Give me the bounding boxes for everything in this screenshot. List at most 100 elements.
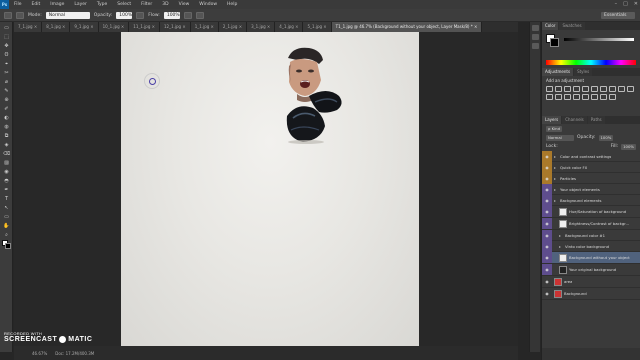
adjustment-icon[interactable] [609,86,616,92]
layer-kind-filter[interactable]: ρ Kind [546,125,562,132]
document-tab[interactable]: 1_1.jpg × [190,22,219,32]
zoom-level[interactable]: 46.67% [32,351,47,356]
adjustment-icon[interactable] [573,94,580,100]
opacity-field[interactable]: 100% [116,11,133,19]
maximize-button[interactable]: □ [623,1,628,7]
crop-tool-icon[interactable]: ⌖ [2,60,11,67]
adjustment-icon[interactable] [555,94,562,100]
adjustment-icon[interactable] [600,94,607,100]
layer-row[interactable]: ◉ ▸ Background color #1 [542,229,640,241]
adjustment-icon[interactable] [564,94,571,100]
minimize-button[interactable]: – [615,1,618,7]
pressure-size-toggle[interactable] [195,11,204,19]
layer-row[interactable]: ◉ Your original background [542,264,640,276]
document-tab[interactable]: 10_1.jpg × [98,22,130,32]
path-select-tool-icon[interactable]: ◉ [2,168,11,175]
color-ramp[interactable] [546,60,636,65]
menu-type[interactable]: Type [92,2,112,7]
menu-edit[interactable]: Edit [27,2,46,7]
mode-select[interactable]: Normal [45,11,90,19]
adjustment-icon[interactable] [546,86,553,92]
menu-help[interactable]: Help [222,2,242,7]
eyedropper-tool-icon[interactable]: ✂ [2,69,11,76]
visibility-eye-icon[interactable]: ◉ [542,183,552,195]
pen-tool-icon[interactable]: ⌫ [2,150,11,157]
workspace-select[interactable]: Essentials [601,12,635,19]
adjustment-icon[interactable] [555,86,562,92]
flow-field[interactable]: 100% [163,11,180,19]
visibility-eye-icon[interactable]: ◉ [542,276,552,287]
clone-stamp-tool-icon[interactable]: ⊕ [2,96,11,103]
layer-row[interactable]: ◉ Brightness/Contrast of backgr... [542,218,640,230]
brush-panel-icon[interactable] [532,43,539,49]
layer-row[interactable]: ◉ ▸ Your object elements [542,183,640,195]
menu-select[interactable]: Select [112,2,136,7]
document-tab[interactable]: 9_1.jpg × [70,22,99,32]
direct-select-tool-icon[interactable]: ↖ [2,204,11,211]
layer-row[interactable]: ◉ Background [542,288,640,300]
adjustment-icon[interactable] [591,86,598,92]
lasso-tool-icon[interactable]: ✥ [2,42,11,49]
adjustment-icon[interactable] [573,86,580,92]
dodge-tool-icon[interactable]: ◈ [2,141,11,148]
layer-row[interactable]: ◉ area [542,276,640,288]
layer-row[interactable]: ◉ ▸ Vinto color background [542,240,640,252]
layer-row[interactable]: ◉ ▸ Particles [542,172,640,184]
eraser-tool-icon[interactable]: ◐ [2,114,11,121]
move-tool-icon[interactable]: ▭ [2,24,11,31]
visibility-eye-icon[interactable]: ◉ [542,288,552,299]
visibility-eye-icon[interactable]: ◉ [542,172,552,184]
document-tab[interactable]: 7_1.jpg × [14,22,43,32]
layer-row[interactable]: ◉ Background without your object [542,252,640,264]
adjustment-icon[interactable] [600,86,607,92]
pen-alt-tool-icon[interactable]: ✒ [2,186,11,193]
document-tab[interactable]: 3_1.jpg × [247,22,276,32]
visibility-eye-icon[interactable]: ◉ [542,229,552,241]
tab-styles[interactable]: Styles [574,68,593,76]
fill-field[interactable]: 100% [621,143,636,150]
background-color-swatch[interactable] [5,243,11,249]
document-tab[interactable]: 4_1.jpg × [275,22,304,32]
tab-paths[interactable]: Paths [587,116,605,124]
airbrush-toggle[interactable] [183,11,192,19]
blend-mode-select[interactable]: Normal [546,134,574,141]
adjustment-icon[interactable] [582,86,589,92]
adjustment-icon[interactable] [546,94,553,100]
document-tab[interactable]: 12_1.jpg × [160,22,191,32]
pressure-opacity-toggle[interactable] [136,11,145,19]
menu-window[interactable]: Window [194,2,222,7]
layer-opacity-field[interactable]: 100% [598,134,614,141]
menu-layer[interactable]: Layer [69,2,92,7]
healing-tool-icon[interactable]: ⌀ [2,78,11,85]
tab-channels[interactable]: Channels [562,116,587,124]
visibility-eye-icon[interactable]: ◉ [542,218,552,229]
rotate-tool-icon[interactable]: ◓ [2,177,11,184]
menu-view[interactable]: View [174,2,195,7]
tab-layers[interactable]: Layers [542,116,562,124]
gray-slider[interactable] [564,38,634,41]
layer-row[interactable]: ◉ ▸ Color and contrast settings [542,150,640,162]
tab-color[interactable]: Color [542,22,559,30]
properties-panel-icon[interactable] [532,34,539,40]
hand-tool-icon[interactable]: ✋ [2,222,11,229]
history-brush-tool-icon[interactable]: ✐ [2,105,11,112]
brush-preset-picker[interactable] [4,11,12,19]
document-canvas[interactable] [121,32,419,346]
menu-file[interactable]: File [9,2,27,7]
document-tab[interactable]: 5_1.jpg × [303,22,332,32]
layer-row[interactable]: ◉ ▸ Quick color FX [542,161,640,173]
adjustment-icon[interactable] [564,86,571,92]
type-tool-icon[interactable]: T [2,195,11,202]
menu-3d[interactable]: 3D [157,2,173,7]
menu-image[interactable]: Image [45,2,69,7]
canvas-area[interactable] [14,32,518,346]
blur-tool-icon[interactable]: ⧉ [2,132,11,139]
brush-panel-toggle[interactable] [16,11,24,19]
marquee-tool-icon[interactable]: ⬚ [2,33,11,40]
adjustment-icon[interactable] [582,94,589,100]
adjustment-icon[interactable] [627,86,634,92]
gradient-tool-icon[interactable]: ◍ [2,123,11,130]
visibility-eye-icon[interactable]: ◉ [542,240,552,252]
close-button[interactable]: ✕ [634,1,638,7]
document-tab[interactable]: T1_1.jpg @ 46.7% (Background without you… [331,22,483,32]
